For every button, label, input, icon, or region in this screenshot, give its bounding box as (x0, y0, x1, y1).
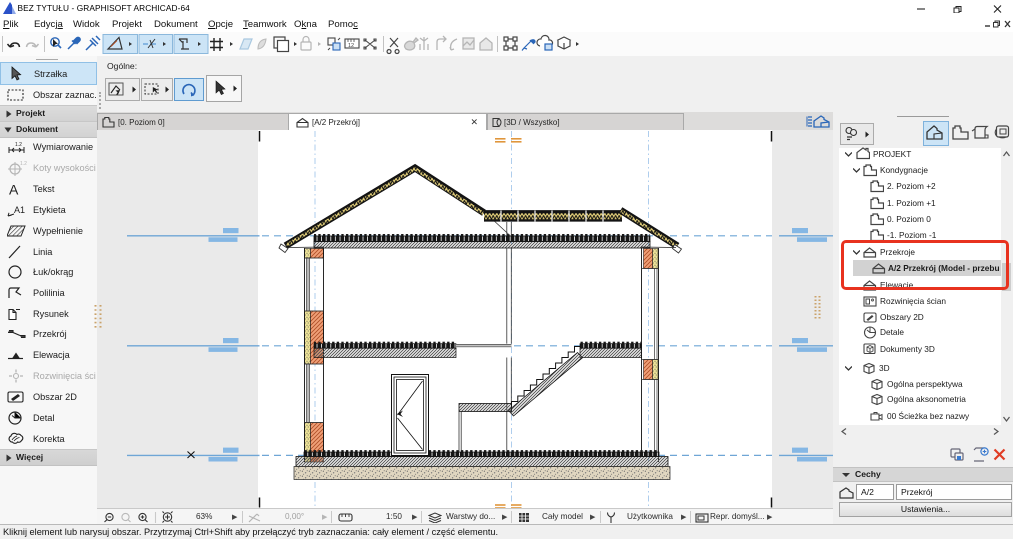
svg-text:A: A (9, 181, 19, 196)
svg-text:1.2: 1.2 (20, 161, 27, 167)
svg-text:1.2: 1.2 (15, 142, 22, 148)
svg-text:A1: A1 (14, 205, 25, 215)
svg-text:12: 12 (348, 43, 354, 49)
